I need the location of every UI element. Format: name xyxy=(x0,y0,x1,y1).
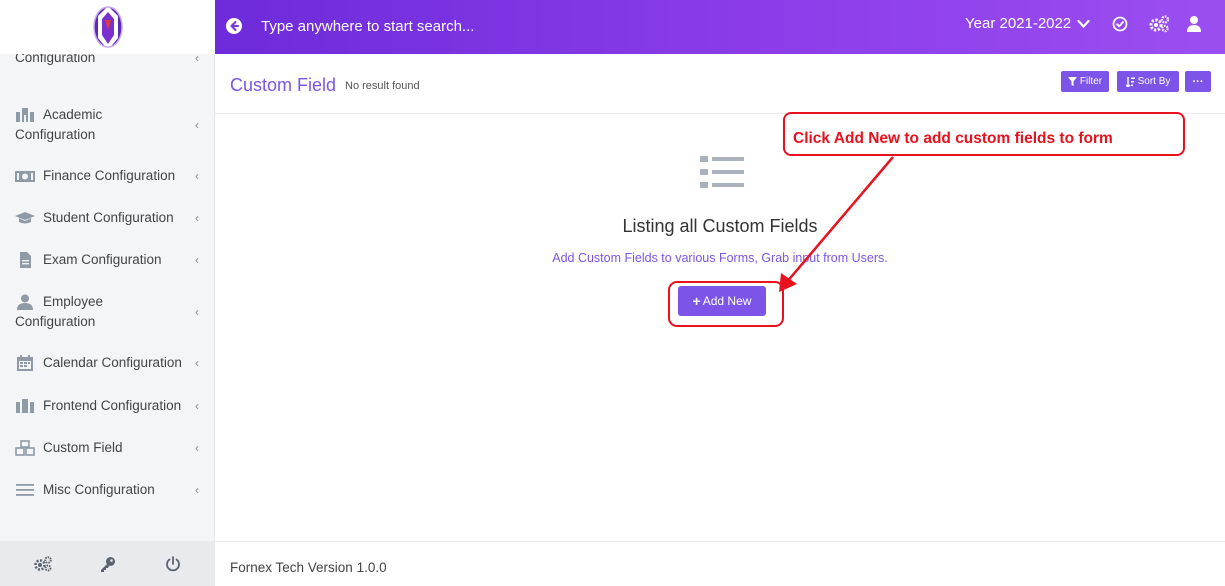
annotation-highlight-box xyxy=(668,281,784,327)
sidebar-item-finance-configuration[interactable]: Finance Configuration ‹ xyxy=(0,166,215,186)
list-icon xyxy=(700,156,744,188)
sidebar-item-student-configuration[interactable]: Student Configuration ‹ xyxy=(0,208,215,228)
sidebar-item-label-line1: Employee xyxy=(43,294,104,309)
sort-icon xyxy=(1125,76,1135,87)
user-icon[interactable] xyxy=(1186,15,1206,35)
app-logo xyxy=(92,6,123,50)
logo-area xyxy=(0,0,215,54)
page-subtitle: No result found xyxy=(345,80,420,92)
sidebar-item-label: Custom Field xyxy=(43,440,123,455)
sidebar-item-misc-configuration[interactable]: Misc Configuration ‹ xyxy=(0,480,215,500)
chevron-down-icon xyxy=(1077,19,1090,28)
sidebar-item-academic-configuration[interactable]: Academic Configuration ‹ xyxy=(0,105,215,145)
page-header: Custom Field No result found Filter Sort… xyxy=(215,54,1225,114)
sidebar-item-label: Misc Configuration xyxy=(43,482,155,497)
sidebar-item-calendar-configuration[interactable]: Calendar Configuration ‹ xyxy=(0,353,215,373)
chevron-left-icon: ‹ xyxy=(195,356,199,370)
sidebar-item-exam-configuration[interactable]: Exam Configuration ‹ xyxy=(0,250,215,270)
sidebar-item-employee-configuration[interactable]: Employee Configuration ‹ xyxy=(0,292,215,332)
sidebar-item-label: Frontend Configuration xyxy=(43,398,182,413)
arrow-left-circle-icon[interactable] xyxy=(225,17,243,35)
chevron-left-icon: ‹ xyxy=(195,441,199,455)
calendar-icon xyxy=(15,355,35,372)
filter-label: Filter xyxy=(1079,76,1103,87)
chevron-left-icon: ‹ xyxy=(195,483,199,497)
sidebar-item-label: Finance Configuration xyxy=(43,168,176,183)
sidebar-item-line1-wrap: Academic xyxy=(15,105,193,125)
sidebar-item-label-line2: Configuration xyxy=(15,127,96,142)
cubes-icon xyxy=(15,440,35,457)
sidebar-item-label-line1: Academic xyxy=(43,107,103,122)
chevron-left-icon: ‹ xyxy=(195,211,199,225)
file-icon xyxy=(15,252,35,269)
listing-title: Listing all Custom Fields xyxy=(622,216,818,236)
top-bar: Year 2021-2022 xyxy=(215,0,1225,54)
sidebar-item-label-line2: Configuration xyxy=(15,314,96,329)
power-icon[interactable] xyxy=(161,552,185,576)
sidebar-item-label: Student Configuration xyxy=(43,210,174,225)
sort-label: Sort By xyxy=(1137,76,1171,87)
employee-icon xyxy=(15,294,35,311)
year-select[interactable]: Year 2021-2022 xyxy=(965,15,1090,32)
page-title: Custom Field xyxy=(230,75,337,95)
chevron-left-icon: ‹ xyxy=(195,399,199,413)
main-content: Listing all Custom Fields Add Custom Fie… xyxy=(215,114,1225,540)
frontend-icon xyxy=(15,398,35,414)
chevron-left-icon: ‹ xyxy=(195,169,199,183)
sidebar-bottom-bar xyxy=(0,541,215,586)
annotation-text: Click Add New to add custom fields to fo… xyxy=(793,130,1113,147)
more-options-button[interactable]: ··· xyxy=(1185,71,1211,92)
ellipsis-icon: ··· xyxy=(1192,75,1204,88)
chevron-left-icon: ‹ xyxy=(195,305,199,319)
search-input[interactable] xyxy=(261,14,761,38)
chevron-left-icon: ‹ xyxy=(195,253,199,267)
sidebar-item-label: Exam Configuration xyxy=(43,252,162,267)
check-circle-icon[interactable] xyxy=(1111,15,1131,35)
year-label: Year 2021-2022 xyxy=(965,15,1072,32)
chevron-left-icon: ‹ xyxy=(195,118,199,132)
finance-icon xyxy=(15,168,35,184)
bars-icon xyxy=(15,482,35,498)
cogs-icon[interactable] xyxy=(31,552,55,576)
version-text: Fornex Tech Version 1.0.0 xyxy=(230,560,387,575)
sort-by-button[interactable]: Sort By xyxy=(1117,71,1179,92)
listing-subtitle: Add Custom Fields to various Forms, Grab… xyxy=(552,251,888,265)
sidebar-item-custom-field[interactable]: Custom Field ‹ xyxy=(0,438,215,458)
filter-icon xyxy=(1067,77,1077,86)
footer: Fornex Tech Version 1.0.0 xyxy=(215,541,1225,586)
sidebar-item-label: Calendar Configuration xyxy=(43,355,182,370)
key-icon[interactable] xyxy=(96,552,120,576)
sidebar-item-frontend-configuration[interactable]: Frontend Configuration ‹ xyxy=(0,396,215,416)
sidebar: Configuration ‹ Academic Configuration ‹… xyxy=(0,0,215,586)
cogs-icon[interactable] xyxy=(1148,15,1170,35)
academic-icon xyxy=(15,107,35,123)
sidebar-item-line1-wrap: Employee xyxy=(15,292,193,312)
graduation-cap-icon xyxy=(15,210,35,226)
filter-button[interactable]: Filter xyxy=(1061,71,1109,92)
